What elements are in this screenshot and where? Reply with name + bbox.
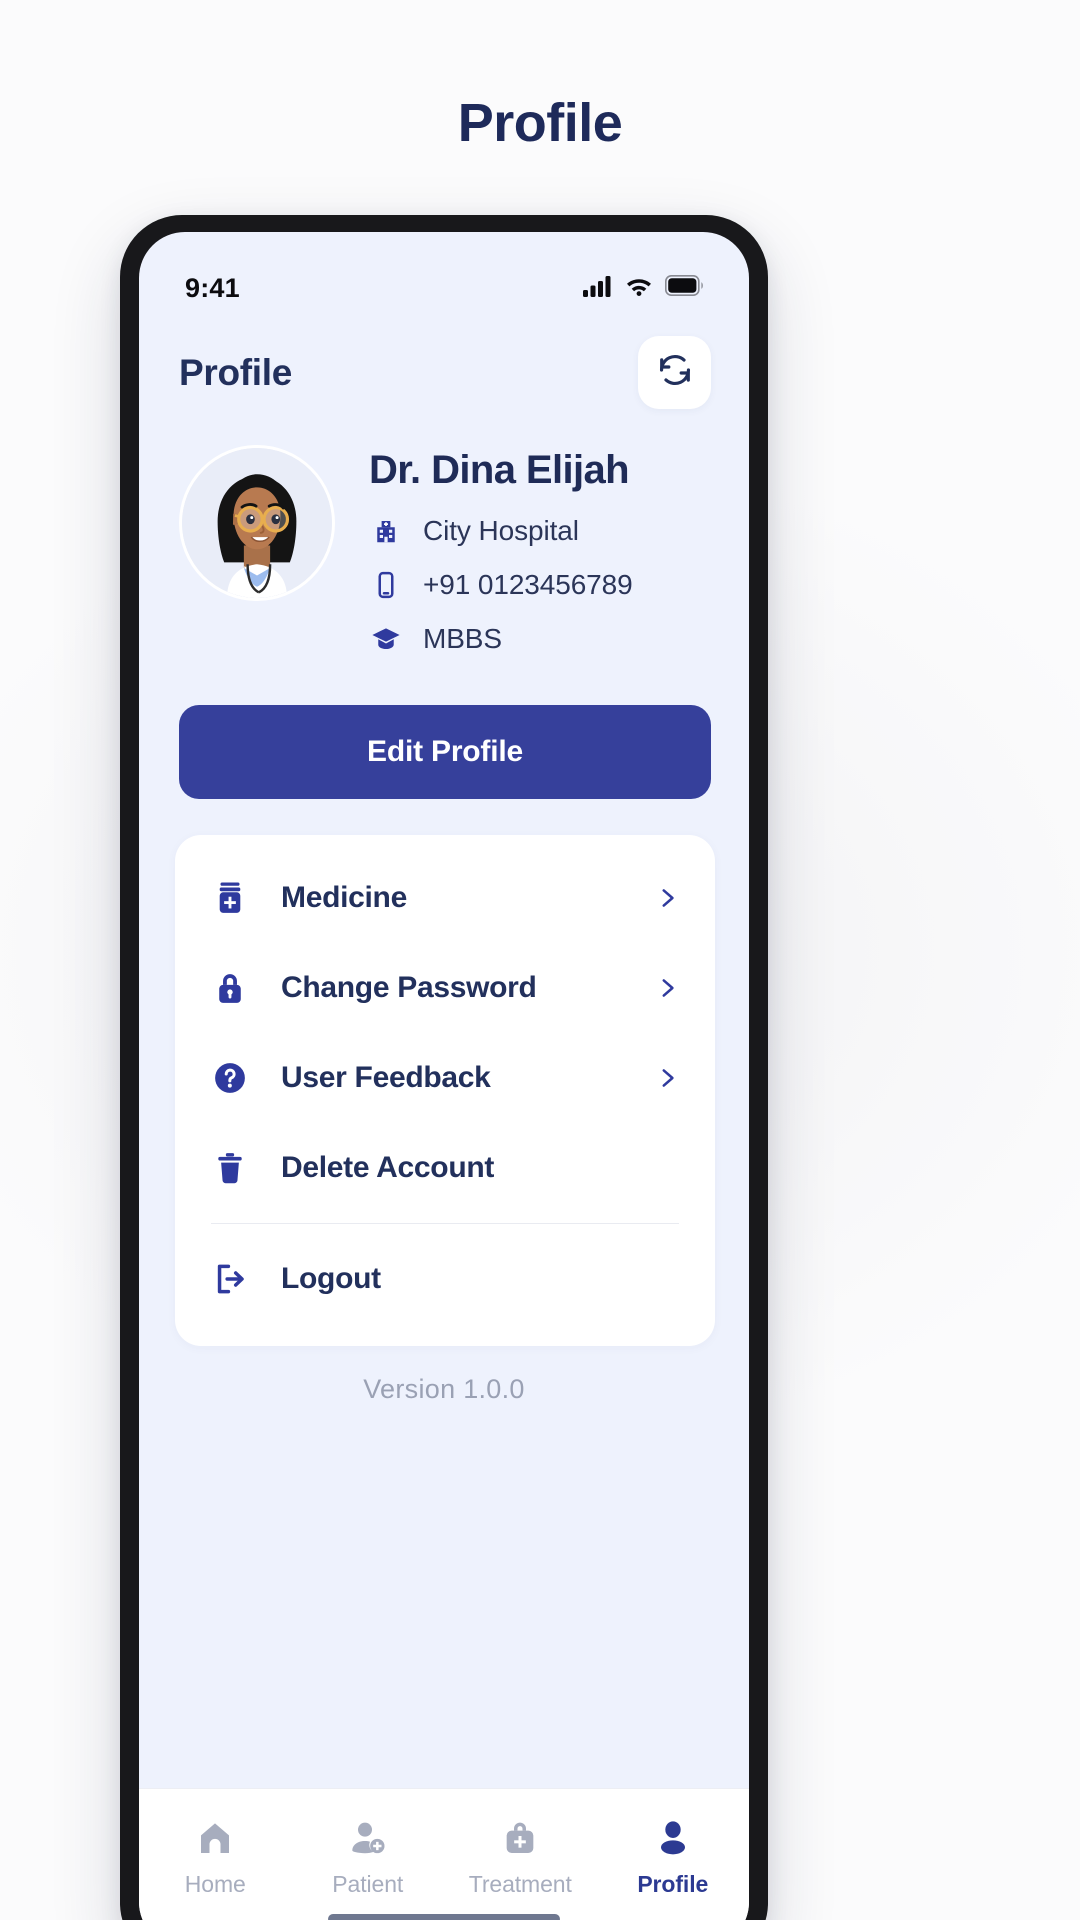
nav-label: Home — [184, 1871, 246, 1897]
menu-label: Delete Account — [281, 1151, 495, 1184]
treatment-bag-icon — [500, 1815, 540, 1861]
menu-label: Medicine — [281, 881, 407, 914]
hospital-icon — [369, 516, 403, 546]
question-circle-icon — [211, 1059, 263, 1097]
menu-label: Change Password — [281, 971, 537, 1004]
avatar[interactable] — [179, 445, 335, 601]
doctor-avatar — [182, 448, 332, 598]
bottom-navigation: Home Patient Treatment Profile — [139, 1788, 749, 1920]
nav-item-profile[interactable]: Profile — [597, 1815, 750, 1898]
info-row-hospital: City Hospital — [369, 511, 711, 551]
medicine-bottle-icon — [211, 879, 263, 917]
refresh-icon — [656, 351, 694, 394]
menu-container: Medicine Change Password User Feedback D… — [139, 799, 749, 1346]
status-time: 9:41 — [185, 272, 240, 303]
nav-label: Profile — [637, 1871, 709, 1897]
page-root: Profile 9:41 Profile Dr. Dina Elijah Cit… — [0, 0, 1080, 1920]
page-title: Profile — [457, 93, 623, 153]
profile-person-icon — [653, 1815, 693, 1861]
education: MBBS — [423, 623, 502, 654]
menu-item-change-password[interactable]: Change Password — [175, 943, 715, 1033]
status-icons-group — [583, 275, 705, 302]
phone-screen: 9:41 Profile Dr. Dina Elijah City Hospit… — [139, 232, 749, 1920]
home-indicator — [328, 1914, 560, 1920]
menu-divider — [211, 1223, 679, 1224]
menu-item-logout[interactable]: Logout — [175, 1234, 715, 1324]
chevron-right-icon — [653, 975, 681, 1001]
phone-number: +91 0123456789 — [423, 569, 633, 600]
menu-label: Logout — [281, 1262, 381, 1295]
menu-card: Medicine Change Password User Feedback D… — [175, 835, 715, 1346]
home-icon — [195, 1815, 235, 1861]
battery-full-icon — [665, 275, 705, 301]
patient-add-icon — [348, 1815, 388, 1861]
mobile-phone-icon — [369, 570, 403, 600]
info-row-phone: +91 0123456789 — [369, 565, 711, 605]
cellular-signal-icon — [583, 275, 613, 302]
menu-item-medicine[interactable]: Medicine — [175, 853, 715, 943]
logout-icon — [211, 1260, 263, 1298]
lock-icon — [211, 969, 263, 1007]
edit-profile-container: Edit Profile — [139, 659, 749, 799]
nav-item-patient[interactable]: Patient — [292, 1815, 445, 1898]
status-bar: 9:41 — [139, 232, 749, 318]
menu-label: User Feedback — [281, 1061, 491, 1094]
nav-item-home[interactable]: Home — [139, 1815, 292, 1898]
nav-item-treatment[interactable]: Treatment — [444, 1815, 597, 1898]
screen-header: Profile — [139, 318, 749, 409]
chevron-right-icon — [653, 885, 681, 911]
menu-item-delete-account[interactable]: Delete Account — [175, 1123, 715, 1213]
profile-summary: Dr. Dina Elijah City Hospital +91 012345… — [139, 409, 749, 659]
version-container: Version 1.0.0 — [139, 1346, 749, 1788]
info-row-education: MBBS — [369, 619, 711, 659]
edit-profile-button[interactable]: Edit Profile — [179, 705, 711, 799]
doctor-name: Dr. Dina Elijah — [369, 448, 630, 492]
wifi-icon — [625, 275, 653, 301]
nav-label: Treatment — [468, 1871, 572, 1897]
hospital-name: City Hospital — [423, 515, 579, 546]
profile-info: Dr. Dina Elijah City Hospital +91 012345… — [369, 445, 711, 659]
graduation-cap-icon — [369, 623, 403, 655]
menu-item-user-feedback[interactable]: User Feedback — [175, 1033, 715, 1123]
trash-icon — [211, 1149, 263, 1187]
chevron-right-icon — [653, 1065, 681, 1091]
version-text: Version 1.0.0 — [363, 1374, 525, 1404]
nav-label: Patient — [332, 1871, 404, 1897]
refresh-button[interactable] — [638, 336, 711, 409]
screen-title: Profile — [179, 351, 293, 393]
